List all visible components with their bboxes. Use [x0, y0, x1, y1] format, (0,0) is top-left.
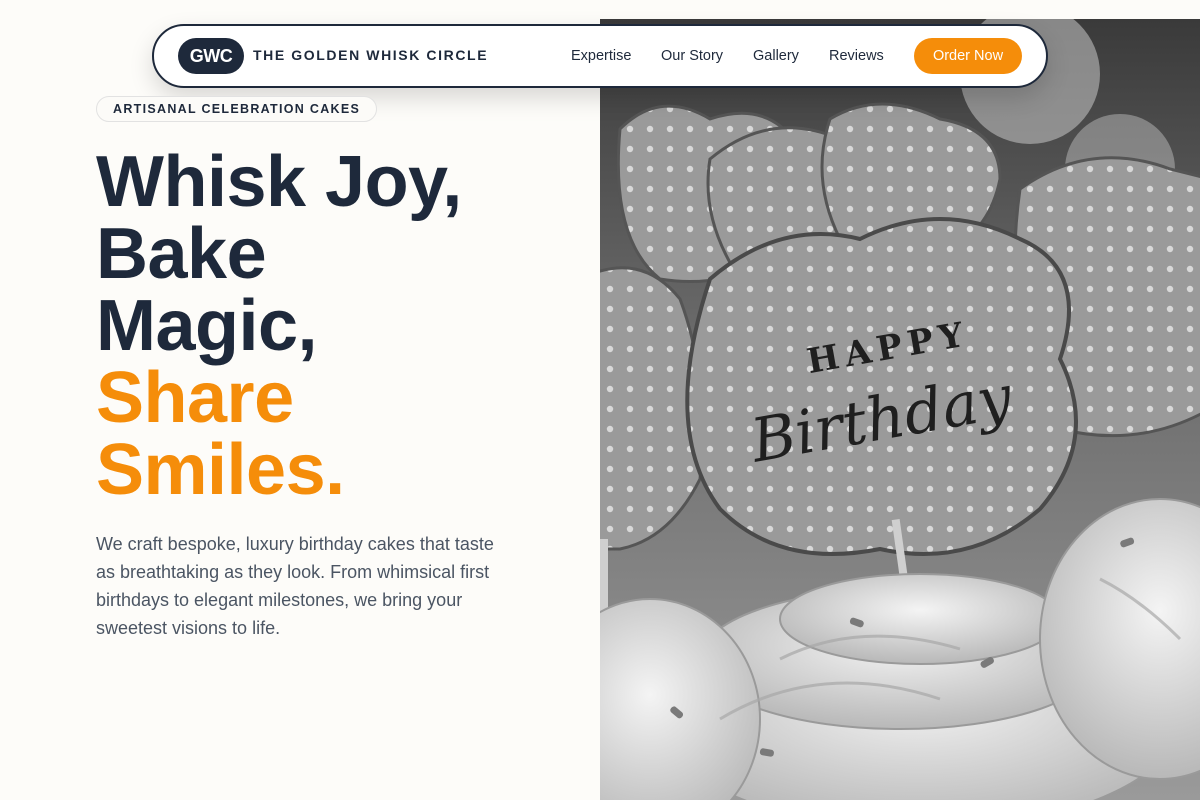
nav-link-our-story[interactable]: Our Story: [661, 48, 723, 64]
headline-line: Whisk Joy,: [96, 142, 462, 222]
headline-line: Magic,: [96, 286, 318, 366]
headline-accent-line: Smiles.: [96, 430, 345, 510]
nav-link-gallery[interactable]: Gallery: [753, 48, 799, 64]
brand-name[interactable]: THE GOLDEN WHISK CIRCLE: [253, 47, 488, 63]
hero-headline: Whisk Joy, Bake Magic, Share Smiles.: [96, 146, 462, 506]
hero-description: We craft bespoke, luxury birthday cakes …: [96, 534, 494, 638]
hero-image: HAPPY Birthday: [600, 19, 1200, 800]
headline-accent-line: Share: [96, 358, 294, 438]
headline-line: Bake: [96, 214, 267, 294]
order-now-button[interactable]: Order Now: [914, 38, 1022, 74]
navbar: GWC THE GOLDEN WHISK CIRCLE Expertise Ou…: [152, 24, 1048, 88]
hero-eyebrow-badge: ARTISANAL CELEBRATION CAKES: [96, 96, 378, 122]
logo-badge[interactable]: GWC: [178, 38, 244, 74]
nav-link-expertise[interactable]: Expertise: [571, 48, 631, 64]
nav-link-reviews[interactable]: Reviews: [829, 48, 884, 64]
